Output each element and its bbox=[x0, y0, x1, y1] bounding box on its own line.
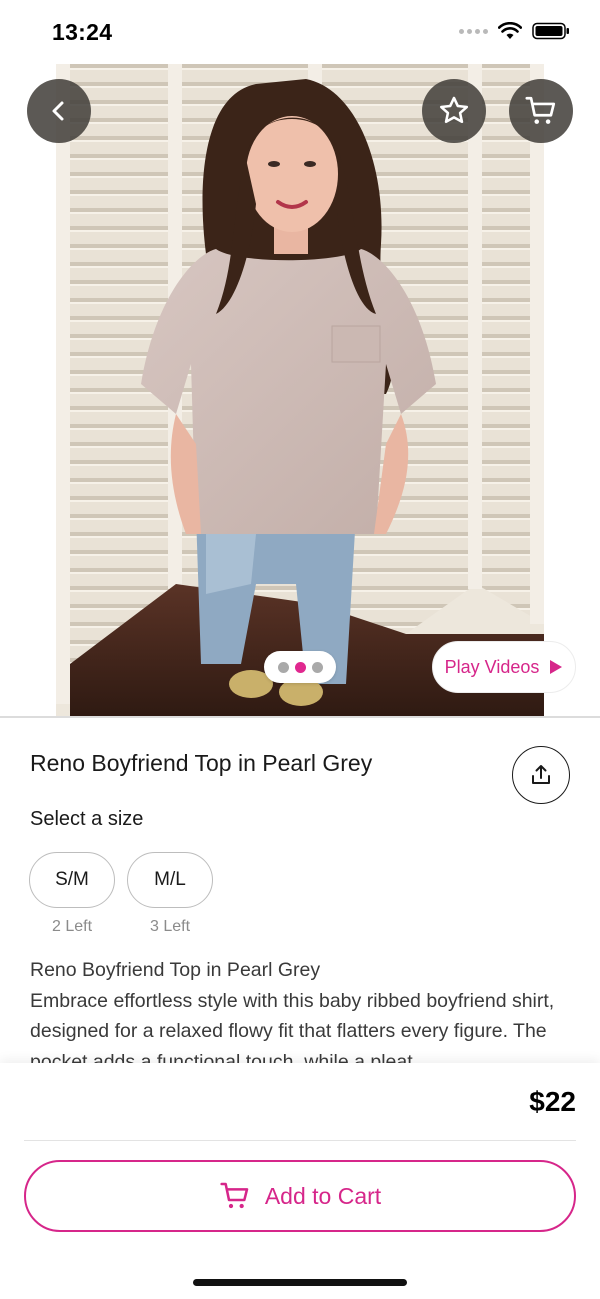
status-icons bbox=[459, 22, 570, 40]
product-detail-screen: 13:24 Play Videos Reno Boyfriend Top in … bbox=[0, 0, 600, 1299]
product-gallery[interactable] bbox=[0, 64, 600, 716]
size-option-ml[interactable]: M/L bbox=[127, 852, 213, 908]
divider bbox=[0, 716, 600, 718]
play-videos-label: Play Videos bbox=[444, 656, 540, 677]
cart-button[interactable] bbox=[509, 79, 573, 143]
price: $22 bbox=[529, 1086, 576, 1117]
wifi-icon bbox=[498, 22, 522, 39]
pager-dot-active[interactable] bbox=[294, 661, 306, 673]
divider bbox=[24, 1140, 576, 1141]
home-indicator[interactable] bbox=[193, 1279, 407, 1286]
star-icon bbox=[439, 96, 469, 124]
stock-count-sm: 2 Left bbox=[51, 918, 93, 935]
play-icon bbox=[550, 660, 563, 674]
description-text: Embrace effortless style with this baby … bbox=[30, 989, 555, 1064]
play-videos-button[interactable]: Play Videos bbox=[432, 641, 576, 693]
cart-icon bbox=[220, 1182, 249, 1209]
favorite-button[interactable] bbox=[422, 79, 486, 143]
product-description: Reno Boyfriend Top in Pearl Grey Embrace… bbox=[30, 955, 570, 1063]
pager-dot[interactable] bbox=[311, 661, 323, 673]
stock-count-ml: 3 Left bbox=[149, 918, 191, 935]
add-to-cart-label: Add to Cart bbox=[264, 1182, 382, 1209]
size-section-label: Select a size bbox=[30, 808, 144, 830]
chevron-left-icon bbox=[52, 101, 64, 121]
product-photo[interactable] bbox=[56, 64, 544, 716]
status-time: 13:24 bbox=[52, 19, 113, 45]
signal-icon bbox=[459, 28, 488, 34]
size-option-sm[interactable]: S/M bbox=[29, 852, 115, 908]
description-title: Reno Boyfriend Top in Pearl Grey bbox=[30, 959, 321, 981]
add-to-cart-button[interactable]: Add to Cart bbox=[24, 1160, 576, 1232]
share-button[interactable] bbox=[512, 746, 570, 804]
cart-icon bbox=[525, 96, 556, 124]
pager-dot[interactable] bbox=[277, 661, 289, 673]
product-title: Reno Boyfriend Top in Pearl Grey bbox=[30, 750, 373, 776]
share-icon bbox=[532, 765, 550, 784]
back-button[interactable] bbox=[27, 79, 91, 143]
status-bar: 13:24 bbox=[0, 0, 600, 64]
image-pager[interactable] bbox=[264, 651, 336, 683]
battery-icon bbox=[532, 22, 569, 40]
